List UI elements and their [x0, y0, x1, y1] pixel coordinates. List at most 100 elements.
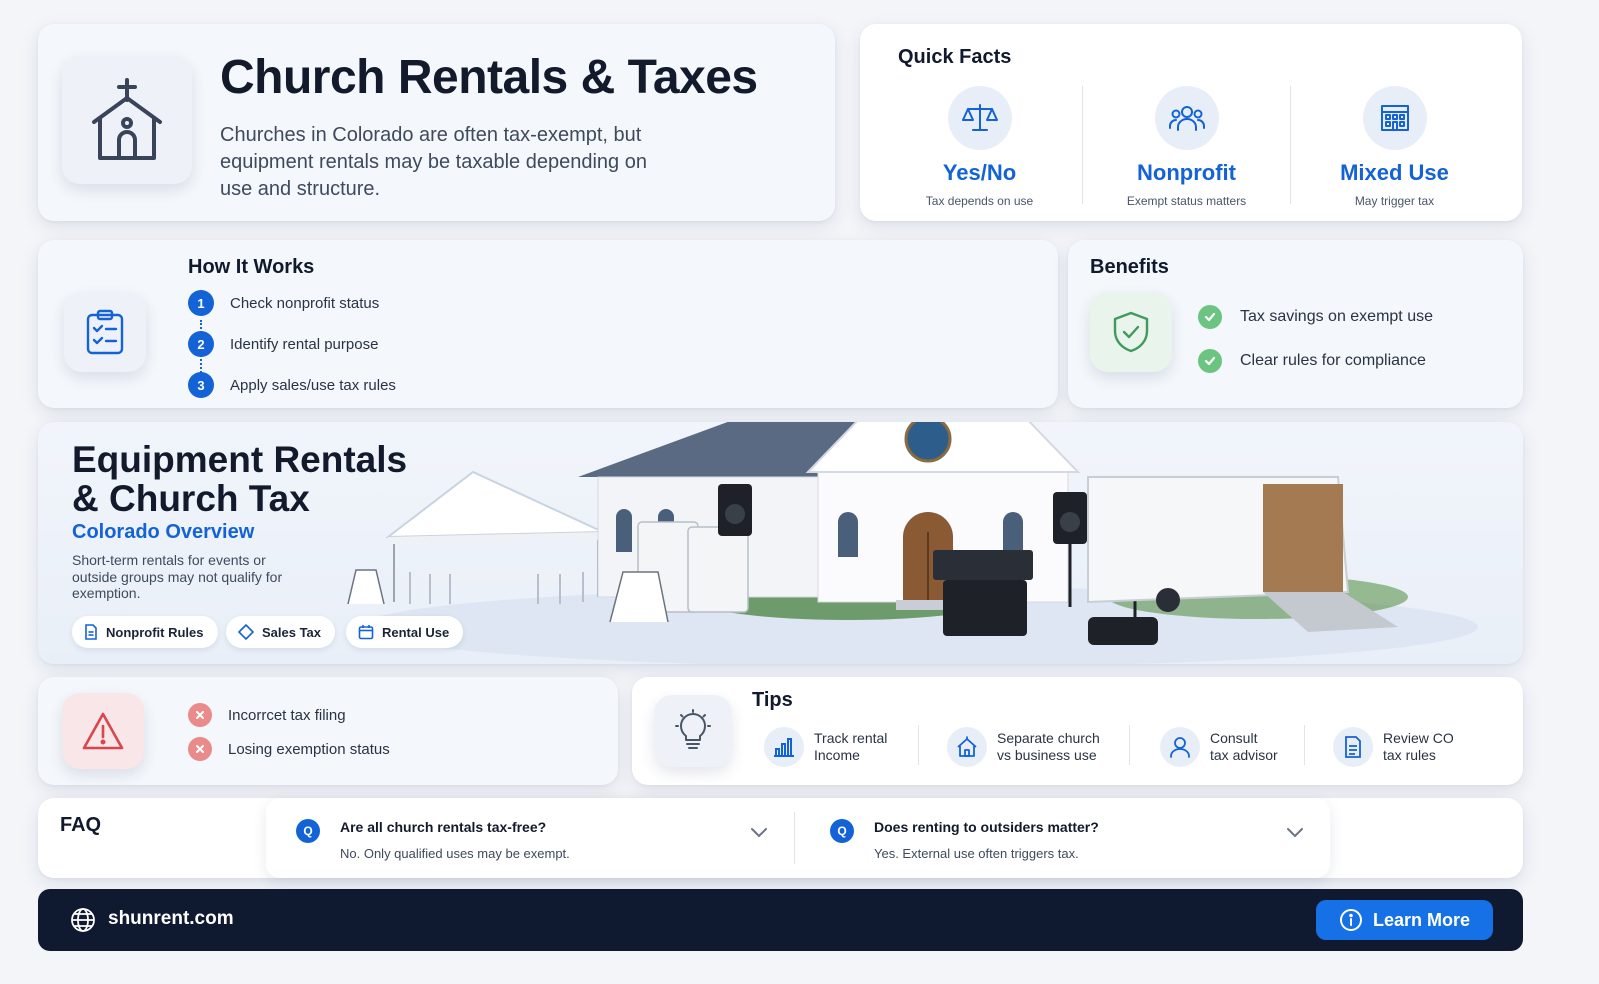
- document-icon: [85, 624, 97, 640]
- fact-caption: Exempt status matters: [1126, 194, 1247, 208]
- hero-title: Equipment Rentals & Church Tax: [72, 439, 408, 519]
- faq-answer: No. Only qualified uses may be exempt.: [340, 846, 570, 861]
- divider: [918, 725, 919, 765]
- step-number: 2: [188, 331, 214, 357]
- fact-value: Mixed Use: [1340, 160, 1449, 185]
- calendar-icon: [358, 625, 374, 640]
- site-link[interactable]: shunrent.com: [108, 908, 234, 930]
- clipboard-icon-tile: [64, 292, 146, 372]
- step-label: Identify rental purpose: [230, 335, 379, 353]
- tip-item: Review CO tax rules: [1333, 727, 1454, 767]
- page-title: Church Rentals & Taxes: [220, 51, 758, 104]
- faq-item[interactable]: Q Are all church rentals tax-free? No. O…: [266, 798, 794, 878]
- how-it-works-title: How It Works: [188, 256, 315, 278]
- divider: [1304, 725, 1305, 765]
- chip-label: Rental Use: [382, 624, 450, 640]
- fact-item: Yes/No Tax depends on use: [876, 86, 1083, 208]
- tip-label: Consult tax advisor: [1210, 730, 1278, 763]
- header-card: Church Rentals & Taxes Churches in Color…: [38, 24, 835, 221]
- step-number: 3: [188, 372, 214, 398]
- fact-caption: Tax depends on use: [925, 194, 1034, 208]
- question-badge: Q: [830, 819, 854, 843]
- chevron-down-icon[interactable]: [750, 826, 768, 838]
- church-icon: [92, 78, 162, 160]
- warning-icon-tile: [62, 693, 144, 769]
- step-item: 2 Identify rental purpose: [188, 331, 378, 357]
- benefits-card: Benefits Tax savings on exempt use Clear…: [1068, 240, 1523, 408]
- faq-title: FAQ: [60, 814, 102, 836]
- faq-list: Q Are all church rentals tax-free? No. O…: [266, 798, 1330, 878]
- divider: [1129, 725, 1130, 765]
- fact-item: Nonprofit Exempt status matters: [1083, 86, 1290, 208]
- chip-label: Nonprofit Rules: [106, 624, 204, 640]
- benefit-item: Tax savings on exempt use: [1198, 305, 1433, 329]
- fact-item: Mixed Use May trigger tax: [1291, 86, 1498, 208]
- shield-check-icon: [1113, 311, 1149, 353]
- tips-title: Tips: [752, 689, 793, 711]
- tip-item: Track rental Income: [764, 727, 887, 767]
- quick-facts-card: Quick Facts Yes/No Tax depends on use No…: [860, 24, 1522, 221]
- risk-label: Incorrcet tax filing: [228, 706, 346, 724]
- risk-item: Incorrcet tax filing: [188, 703, 346, 727]
- benefits-title: Benefits: [1090, 256, 1169, 278]
- people-icon: [1154, 86, 1219, 150]
- tip-item: Separate church vs business use: [947, 727, 1100, 767]
- tips-card: Tips Track rental Income Separate church…: [632, 677, 1523, 785]
- faq-card: FAQ Q Are all church rentals tax-free? N…: [38, 798, 1523, 878]
- chip-label: Sales Tax: [262, 624, 322, 640]
- church-icon-tile: [62, 56, 192, 184]
- building-icon: [1362, 86, 1427, 150]
- risk-item: Losing exemption status: [188, 737, 390, 761]
- hero-card: Equipment Rentals & Church Tax Colorado …: [38, 422, 1523, 664]
- step-label: Check nonprofit status: [230, 294, 380, 312]
- chip-nonprofit-rules[interactable]: Nonprofit Rules: [72, 616, 218, 648]
- tip-item: Consult tax advisor: [1160, 727, 1278, 767]
- lightbulb-icon: [675, 709, 711, 749]
- tip-label: Review CO tax rules: [1383, 730, 1454, 763]
- church-small-icon: [947, 727, 987, 767]
- risks-card: Incorrcet tax filing Losing exemption st…: [38, 677, 618, 785]
- tip-label: Track rental Income: [814, 730, 888, 763]
- question-badge: Q: [296, 819, 320, 843]
- quick-facts-title: Quick Facts: [898, 46, 1012, 68]
- page-description: Churches in Colorado are often tax-exemp…: [220, 124, 647, 200]
- chip-rental-use[interactable]: Rental Use: [346, 616, 464, 648]
- chevron-down-icon[interactable]: [1286, 826, 1304, 838]
- step-number: 1: [188, 290, 214, 316]
- faq-question: Does renting to outsiders matter?: [874, 819, 1099, 835]
- learn-more-label: Learn More: [1372, 909, 1471, 930]
- learn-more-button[interactable]: Learn More: [1316, 900, 1493, 940]
- check-icon: [1198, 349, 1222, 373]
- hero-description: Short-term rentals for events or outside…: [72, 552, 283, 601]
- fact-value: Yes/No: [942, 160, 1017, 185]
- globe-icon: [71, 908, 95, 932]
- benefit-label: Tax savings on exempt use: [1240, 308, 1433, 325]
- step-label: Apply sales/use tax rules: [230, 376, 396, 394]
- fact-caption: May trigger tax: [1354, 194, 1435, 208]
- divider: [794, 812, 795, 864]
- chip-sales-tax[interactable]: Sales Tax: [226, 616, 336, 648]
- person-icon: [1160, 727, 1200, 767]
- fact-value: Nonprofit: [1137, 160, 1236, 185]
- step-item: 1 Check nonprofit status: [188, 290, 379, 316]
- faq-item[interactable]: Q Does renting to outsiders matter? Yes.…: [800, 798, 1330, 878]
- hero-subtitle: Colorado Overview: [72, 521, 255, 543]
- benefit-item: Clear rules for compliance: [1198, 349, 1426, 373]
- warning-icon: [82, 712, 124, 750]
- check-icon: [1198, 305, 1222, 329]
- how-it-works-card: How It Works 1 Check nonprofit status 2 …: [38, 240, 1058, 408]
- info-icon: [1339, 909, 1362, 931]
- risk-label: Losing exemption status: [228, 740, 390, 758]
- scales-icon: [947, 86, 1012, 150]
- clipboard-icon: [86, 309, 124, 355]
- faq-answer: Yes. External use often triggers tax.: [874, 846, 1079, 861]
- lightbulb-icon-tile: [654, 695, 732, 767]
- step-item: 3 Apply sales/use tax rules: [188, 372, 396, 398]
- benefit-label: Clear rules for compliance: [1240, 352, 1426, 369]
- tip-label: Separate church vs business use: [997, 730, 1100, 763]
- bar-chart-icon: [764, 727, 804, 767]
- x-icon: [188, 703, 212, 727]
- faq-question: Are all church rentals tax-free?: [340, 819, 547, 835]
- document-icon: [1333, 727, 1373, 767]
- tag-icon: [238, 624, 254, 640]
